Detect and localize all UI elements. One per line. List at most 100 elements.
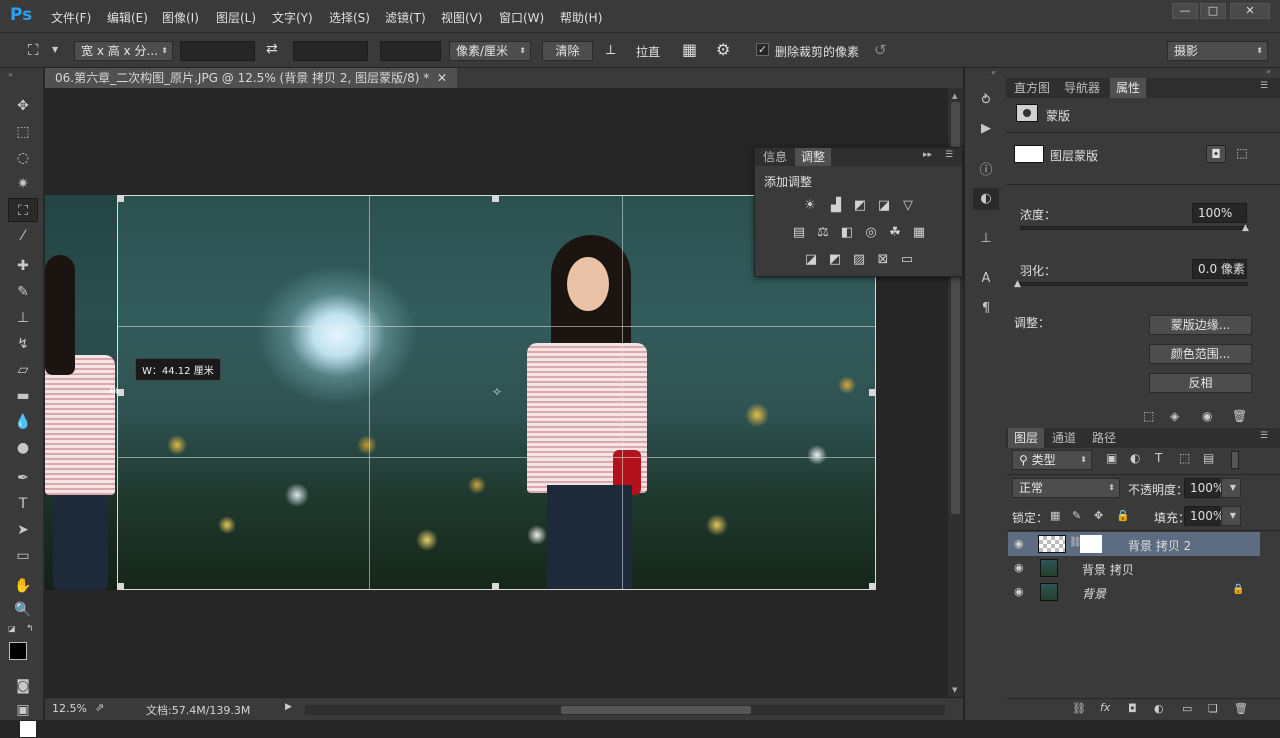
color-balance-icon[interactable]: ⚖: [814, 225, 832, 241]
new-layer-icon[interactable]: ❏: [1208, 702, 1218, 715]
eyedropper-tool-icon[interactable]: ⁄: [8, 224, 38, 248]
actions-play-icon[interactable]: ▶: [973, 118, 999, 140]
paragraph-icon[interactable]: ¶: [973, 298, 999, 320]
history-icon[interactable]: ⥁: [973, 90, 999, 112]
filter-adjustment-icon[interactable]: ◐: [1130, 451, 1140, 465]
panel-collapse-bar[interactable]: »: [1006, 67, 1280, 78]
new-adjustment-layer-icon[interactable]: ◐: [1154, 702, 1164, 715]
close-tab-icon[interactable]: ✕: [437, 71, 447, 85]
background-color-swatch[interactable]: [19, 720, 37, 738]
selective-color-icon[interactable]: ▭: [898, 252, 916, 268]
tab-navigator[interactable]: 导航器: [1058, 78, 1106, 98]
type-tool-icon[interactable]: T: [8, 492, 38, 516]
shape-tool-icon[interactable]: ▭: [8, 544, 38, 568]
gradient-map-icon[interactable]: ⊠: [874, 252, 892, 268]
new-group-icon[interactable]: ▭: [1182, 702, 1192, 715]
menu-file[interactable]: 文件(F): [51, 9, 91, 26]
feather-slider[interactable]: [1020, 282, 1248, 286]
height-field[interactable]: [293, 41, 368, 61]
eye-icon[interactable]: ◉: [1202, 409, 1212, 423]
invert-icon[interactable]: ◪: [802, 252, 820, 268]
crop-tool-icon[interactable]: ⛶: [28, 41, 39, 59]
magic-wand-tool-icon[interactable]: ✷: [8, 172, 38, 196]
lock-image-icon[interactable]: ✎: [1072, 509, 1081, 522]
vibrance-icon[interactable]: ▽: [899, 198, 917, 214]
restore-button[interactable]: □: [1200, 3, 1226, 19]
default-colors-icon[interactable]: ◪: [8, 624, 18, 634]
invert-button[interactable]: 反相: [1149, 373, 1252, 393]
grid-overlay-icon[interactable]: ▦: [682, 40, 697, 59]
tool-presets-icon[interactable]: ⊥: [973, 228, 999, 250]
levels-icon[interactable]: ▟: [827, 198, 845, 214]
load-selection-icon[interactable]: ⬚: [1143, 409, 1154, 423]
density-slider[interactable]: [1020, 226, 1248, 230]
adjustments-icon[interactable]: ◐: [973, 188, 999, 210]
zoom-tool-icon[interactable]: 🔍: [8, 598, 38, 622]
export-icon[interactable]: ⇗: [95, 701, 104, 714]
crop-handle-top-left[interactable]: [117, 195, 124, 202]
tab-adjustments[interactable]: 调整: [795, 148, 832, 166]
hand-tool-icon[interactable]: ✋: [8, 574, 38, 598]
layer-filter-dropdown[interactable]: ⚲ 类型 ⬍: [1012, 450, 1092, 470]
blur-tool-icon[interactable]: 💧: [8, 410, 38, 434]
exposure-icon[interactable]: ◪: [875, 198, 893, 214]
unit-dropdown[interactable]: 像素/厘米 ⬍: [449, 41, 531, 61]
undo-icon[interactable]: ↺: [874, 41, 887, 59]
eye-icon[interactable]: ◉: [1014, 537, 1024, 550]
character-icon[interactable]: A: [973, 268, 999, 290]
menu-window[interactable]: 窗口(W): [499, 9, 544, 26]
vector-mask-icon[interactable]: ⬚: [1232, 145, 1252, 163]
tab-histogram[interactable]: 直方图: [1008, 78, 1056, 98]
clear-button[interactable]: 清除: [542, 41, 593, 61]
width-field[interactable]: [180, 41, 255, 61]
add-mask-icon[interactable]: ◘: [1128, 702, 1137, 715]
tool-preset-chevron-icon[interactable]: ▼: [52, 45, 58, 54]
opacity-field[interactable]: 100%: [1184, 478, 1224, 498]
expand-dock-icon[interactable]: «: [991, 68, 996, 77]
scroll-down-icon[interactable]: ▼: [952, 686, 957, 694]
gradient-tool-icon[interactable]: ▬: [8, 384, 38, 408]
foreground-color-swatch[interactable]: [9, 642, 27, 660]
mask-edge-button[interactable]: 蒙版边缘...: [1149, 315, 1252, 335]
info-icon[interactable]: ⓘ: [973, 160, 999, 182]
feather-field[interactable]: 0.0 像素: [1192, 259, 1247, 279]
scroll-up-icon[interactable]: ▲: [952, 92, 957, 100]
fill-dropdown[interactable]: ▼: [1221, 506, 1241, 526]
panel-menu-icon[interactable]: ☰: [1260, 81, 1268, 91]
layer-mask-thumbnail[interactable]: [1080, 535, 1102, 553]
quick-mask-icon[interactable]: ◙: [8, 674, 38, 698]
menu-help[interactable]: 帮助(H): [560, 9, 602, 26]
screen-mode-icon[interactable]: ▣: [8, 698, 38, 722]
close-button[interactable]: ✕: [1230, 3, 1270, 19]
black-white-icon[interactable]: ◧: [838, 225, 856, 241]
color-range-button[interactable]: 颜色范围...: [1149, 344, 1252, 364]
filter-smart-object-icon[interactable]: ▤: [1203, 451, 1214, 465]
panel-menu-icon[interactable]: ☰: [1260, 431, 1268, 441]
path-selection-tool-icon[interactable]: ➤: [8, 518, 38, 542]
fill-field[interactable]: 100%: [1184, 506, 1224, 526]
menu-image[interactable]: 图像(I): [162, 9, 199, 26]
horizontal-scroll-thumb[interactable]: [561, 706, 751, 714]
minimize-button[interactable]: —: [1172, 3, 1198, 19]
channel-mixer-icon[interactable]: ☘: [886, 225, 904, 241]
eye-icon[interactable]: ◉: [1014, 585, 1024, 598]
crop-handle-top[interactable]: [492, 195, 499, 202]
menu-edit[interactable]: 编辑(E): [107, 9, 148, 26]
dodge-tool-icon[interactable]: ●: [8, 436, 38, 460]
blend-mode-dropdown[interactable]: 正常 ⬍: [1012, 478, 1120, 498]
layer-row[interactable]: ◉ 背景 拷贝: [1008, 556, 1260, 580]
gear-icon[interactable]: ⚙: [716, 40, 730, 59]
adjustments-panel-header[interactable]: 信息 调整 ▸▸ ☰: [755, 148, 962, 166]
posterize-icon[interactable]: ◩: [826, 252, 844, 268]
filter-pixel-icon[interactable]: ▣: [1106, 451, 1117, 465]
density-slider-handle[interactable]: ▲: [1242, 223, 1249, 233]
layer-style-icon[interactable]: fx: [1100, 701, 1110, 714]
feather-slider-handle[interactable]: ▲: [1014, 279, 1021, 289]
menu-layer[interactable]: 图层(L): [216, 9, 256, 26]
collapse-icon[interactable]: »: [8, 70, 13, 79]
link-layers-icon[interactable]: ⛓: [1072, 702, 1086, 715]
curves-icon[interactable]: ◩: [851, 198, 869, 214]
lasso-tool-icon[interactable]: ◌: [8, 146, 38, 170]
photo-filter-icon[interactable]: ◎: [862, 225, 880, 241]
crop-handle-bottom-left[interactable]: [117, 583, 124, 590]
